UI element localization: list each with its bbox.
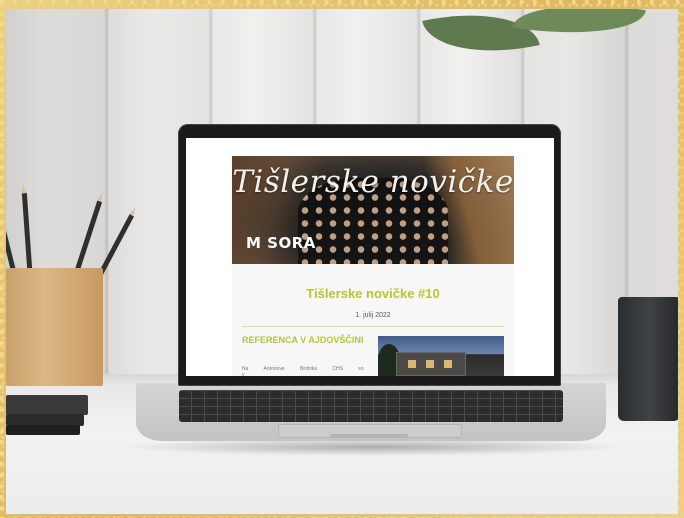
laptop-screen: Tišlerske novičke M SORA Tišlerske novič… bbox=[186, 138, 554, 376]
newsletter-body: Tišlerske novičke #10 1. julij 2022 REFE… bbox=[232, 264, 514, 376]
laptop-notch bbox=[330, 434, 408, 438]
pencil-holder bbox=[6, 268, 103, 386]
issue-date: 1. julij 2022 bbox=[355, 312, 391, 319]
newsletter-hero-image: Tišlerske novičke M SORA bbox=[232, 156, 514, 264]
article-snippet: Na Antonove Brdnika CHS so v bbox=[242, 366, 364, 376]
hero-title: Tišlerske novičke bbox=[232, 164, 514, 200]
coffee-mug bbox=[618, 297, 678, 421]
laptop-keyboard bbox=[179, 390, 563, 422]
photo-window bbox=[408, 360, 416, 368]
article-photo[interactable] bbox=[378, 336, 504, 376]
article-heading[interactable]: REFERENCA V AJDOVŠČINI bbox=[242, 334, 372, 346]
divider bbox=[242, 326, 504, 327]
photo-window bbox=[426, 360, 434, 368]
brand-logo-text: SORA bbox=[267, 234, 316, 252]
brand-logo[interactable]: M SORA bbox=[246, 234, 316, 252]
photo-window bbox=[444, 360, 452, 368]
notebook bbox=[6, 425, 80, 435]
m-logo-icon: M bbox=[246, 234, 268, 252]
issue-title: Tišlerske novičke #10 bbox=[306, 286, 440, 301]
notebook bbox=[6, 395, 88, 415]
